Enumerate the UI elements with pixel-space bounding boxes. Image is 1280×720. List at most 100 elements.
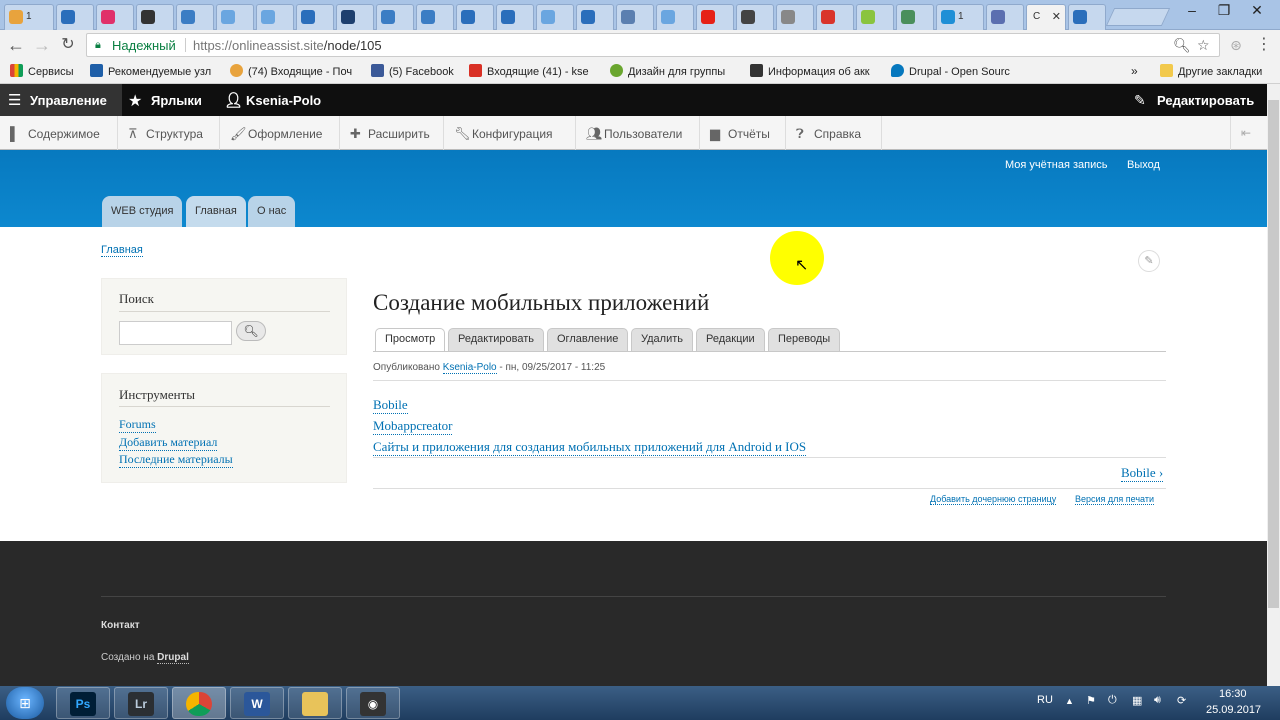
taskbar-word[interactable]: W	[230, 687, 284, 719]
bookmark-item[interactable]: Дизайн для группы	[610, 64, 725, 78]
browser-tab[interactable]	[536, 4, 574, 30]
minimize-icon[interactable]: –	[1178, 2, 1206, 18]
language-indicator[interactable]: RU	[1037, 694, 1053, 706]
contact-link[interactable]: Контакт	[101, 620, 140, 631]
browser-tab[interactable]	[136, 4, 174, 30]
taskbar-lightroom[interactable]: Lr	[114, 687, 168, 719]
tray-item-configuration[interactable]: 🔧︎Конфигурация	[444, 116, 576, 150]
logout-link[interactable]: Выход	[1127, 159, 1160, 171]
clock-time[interactable]: 16:30	[1219, 688, 1247, 700]
bookmark-item[interactable]: Drupal - Open Sourc	[891, 64, 1010, 78]
bookmark-item[interactable]: (5) Facebook	[371, 64, 454, 78]
network-icon[interactable]: ▦	[1132, 694, 1142, 707]
browser-tab[interactable]	[656, 4, 694, 30]
active-browser-tab[interactable]: С ✕	[1026, 4, 1066, 31]
bookmark-item[interactable]: Входящие (41) - kse	[469, 64, 589, 78]
browser-tab[interactable]	[296, 4, 334, 30]
browser-tab[interactable]	[376, 4, 414, 30]
show-hidden-icons[interactable]: ▲	[1065, 696, 1074, 706]
other-bookmarks[interactable]: Другие закладки	[1160, 64, 1262, 78]
book-link-mobappcreator[interactable]: Mobappcreator	[373, 418, 453, 435]
window-close-icon[interactable]: ✕	[1243, 2, 1271, 19]
browser-tab[interactable]	[216, 4, 254, 30]
taskbar-camera[interactable]: ◉	[346, 687, 400, 719]
browser-tab[interactable]	[576, 4, 614, 30]
browser-tab[interactable]	[696, 4, 734, 30]
browser-tab[interactable]	[1068, 4, 1106, 30]
toolbar-shortcuts[interactable]: Ярлыки	[151, 93, 202, 108]
tools-link-add-content[interactable]: Добавить материал	[119, 435, 218, 451]
contextual-pencil-icon[interactable]: ✎	[1138, 250, 1160, 272]
new-tab-button[interactable]	[1105, 8, 1171, 26]
tray-item-people[interactable]: 👥︎Пользователи	[576, 116, 700, 150]
bookmark-item[interactable]: Информация об акк	[750, 64, 870, 78]
tab-revisions[interactable]: Редакции	[696, 328, 765, 352]
browser-tab[interactable]	[336, 4, 374, 30]
primary-tab-about[interactable]: О нас	[248, 196, 296, 227]
browser-tab[interactable]	[56, 4, 94, 30]
browser-tab[interactable]	[896, 4, 934, 30]
browser-tab[interactable]	[616, 4, 654, 30]
add-child-page-link[interactable]: Добавить дочернюю страницу	[930, 494, 1057, 505]
power-icon[interactable]: ⏻	[1108, 694, 1117, 707]
book-link-sites[interactable]: Сайты и приложения для создания мобильны…	[373, 439, 807, 456]
close-tab-icon[interactable]: ✕	[1052, 10, 1061, 23]
start-button[interactable]: ⊞	[6, 687, 44, 719]
primary-tab-home[interactable]: Главная	[186, 196, 246, 227]
taskbar-chrome[interactable]	[172, 687, 226, 719]
browser-tab[interactable]: 1	[936, 4, 984, 30]
bookmark-item[interactable]: Сервисы	[10, 64, 74, 78]
tray-item-content[interactable]: ▌ Содержимое	[0, 116, 118, 150]
maximize-icon[interactable]: ❐	[1210, 2, 1238, 19]
browser-tab[interactable]	[856, 4, 894, 30]
search-input[interactable]	[119, 321, 232, 345]
tray-item-structure[interactable]: ⊼ Структура	[118, 116, 220, 150]
toolbar-edit[interactable]: Редактировать	[1157, 93, 1254, 108]
tray-item-appearance[interactable]: 🖌︎Оформление	[220, 116, 340, 150]
primary-tab-web-studio[interactable]: WEB студия	[102, 196, 183, 227]
browser-tab[interactable]	[416, 4, 454, 30]
browser-tab[interactable]	[776, 4, 814, 30]
more-bookmarks-icon[interactable]: »	[1131, 64, 1138, 78]
browser-tab[interactable]	[456, 4, 494, 30]
browser-tab[interactable]	[96, 4, 134, 30]
reload-icon[interactable]: ↻	[58, 35, 78, 55]
back-icon[interactable]: ←	[6, 35, 26, 55]
tray-item-help[interactable]: ❓︎ Справка	[786, 116, 882, 150]
forward-icon[interactable]: →	[32, 35, 52, 55]
tray-item-extend[interactable]: ✚ Расширить	[340, 116, 444, 150]
toolbar-user[interactable]: Ksenia-Polo	[246, 93, 321, 108]
book-link-bobile[interactable]: Bobile	[373, 397, 408, 414]
browser-tab[interactable]	[986, 4, 1024, 30]
scrollbar-thumb[interactable]	[1268, 100, 1279, 608]
tab-outline[interactable]: Оглавление	[547, 328, 629, 352]
tab-view[interactable]: Просмотр	[375, 328, 446, 352]
browser-tab[interactable]	[256, 4, 294, 30]
zoom-icon[interactable]: 🔍︎	[1173, 37, 1191, 54]
sync-icon[interactable]: ⟳	[1177, 694, 1186, 707]
browser-tab[interactable]: 1	[4, 4, 54, 30]
extension-icon[interactable]: ⊛	[1226, 35, 1246, 55]
tools-link-forums[interactable]: Forums	[119, 417, 156, 433]
collapse-tray-icon[interactable]: ⇤	[1230, 116, 1267, 150]
tab-edit[interactable]: Редактировать	[448, 328, 544, 352]
menu-icon[interactable]: ⋮	[1254, 35, 1274, 55]
search-button[interactable]: 🔍︎	[236, 321, 266, 341]
browser-tab[interactable]	[736, 4, 774, 30]
print-version-link[interactable]: Версия для печати	[1075, 494, 1155, 505]
url-field[interactable]: 🔒︎ Надежный https://onlineassist.site/no…	[86, 33, 1220, 57]
breadcrumb[interactable]: Главная	[101, 244, 143, 257]
toolbar-manage-item[interactable]: ☰ Управление	[0, 84, 122, 116]
tab-translations[interactable]: Переводы	[768, 328, 841, 352]
drupal-link[interactable]: Drupal	[157, 652, 189, 664]
browser-tab[interactable]	[816, 4, 854, 30]
tab-delete[interactable]: Удалить	[631, 328, 693, 352]
taskbar-photoshop[interactable]: Ps	[56, 687, 110, 719]
tools-link-recent-content[interactable]: Последние материалы	[119, 452, 233, 468]
bookmark-item[interactable]: (74) Входящие - Поч	[230, 64, 352, 78]
my-account-link[interactable]: Моя учётная запись	[1005, 159, 1108, 171]
browser-tab[interactable]	[496, 4, 534, 30]
taskbar-explorer[interactable]	[288, 687, 342, 719]
browser-tab[interactable]	[176, 4, 214, 30]
author-link[interactable]: Ksenia-Polo	[442, 362, 497, 374]
